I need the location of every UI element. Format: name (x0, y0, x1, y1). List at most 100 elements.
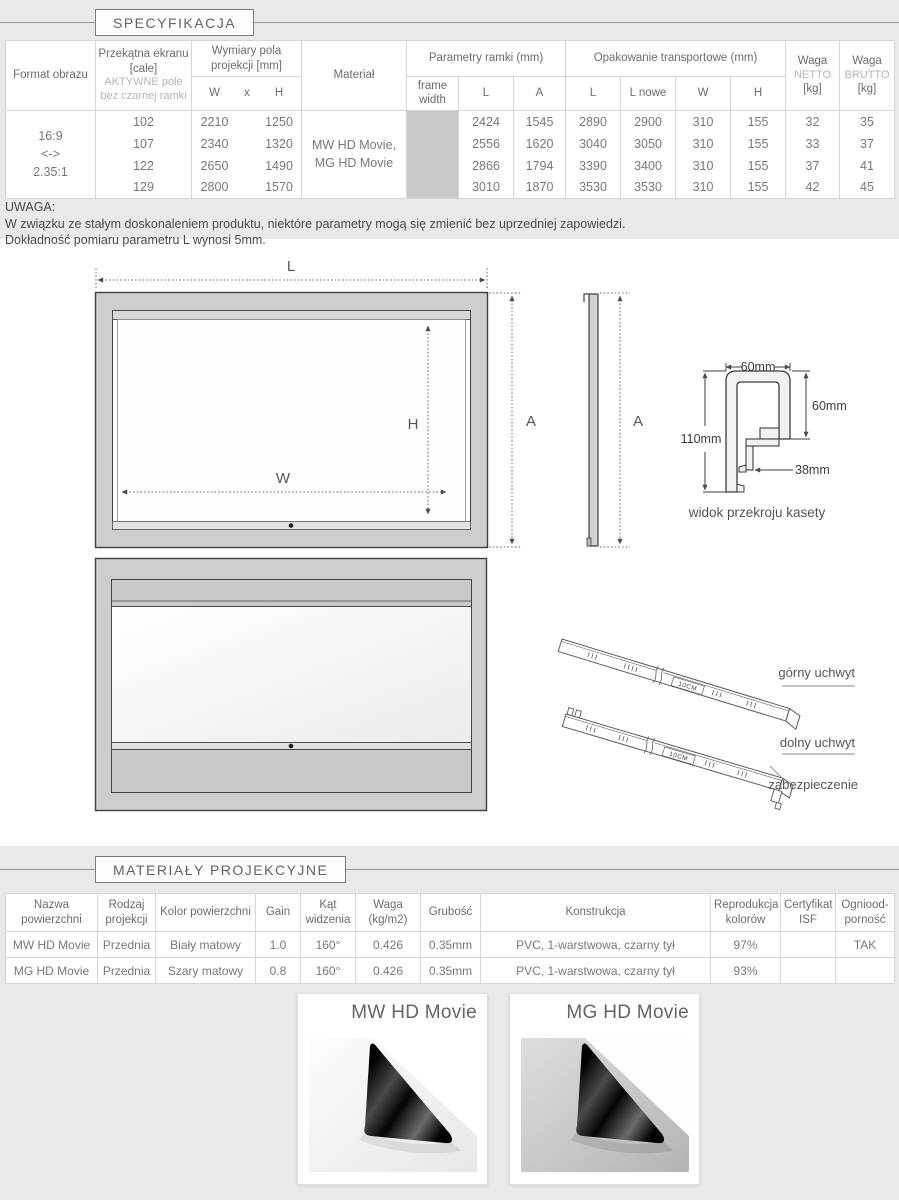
spec-table: Format obrazu Przekątna ekranu [cale] AK… (5, 40, 895, 199)
spec-cell: 1794 (514, 155, 566, 177)
spec-cell: 1570 (257, 177, 302, 199)
closed-view-diagram (96, 559, 487, 811)
kg-label: [kg] (787, 82, 838, 96)
mat-cell: 93% (711, 958, 781, 984)
sample-swatch-mw-image (309, 1032, 477, 1176)
spec-cell-spacer (237, 111, 257, 133)
spec-cell: 155 (731, 133, 786, 155)
mat-cell: Biały matowy (156, 932, 256, 958)
spec-cell-spacer (237, 155, 257, 177)
spec-cell: 310 (676, 155, 731, 177)
mat-cell: 0.35mm (421, 932, 481, 958)
spec-cell: 2890 (566, 111, 621, 133)
cross-section-diagram: 60mm 60mm 110mm 38mm widok przekroju kas… (681, 360, 847, 520)
sub-header-frame-a: A (514, 77, 566, 111)
kg-label: [kg] (841, 82, 893, 96)
upper-bracket-label: górny uchwyt (778, 665, 855, 680)
sub-header-pack-l-new: L nowe (621, 77, 676, 111)
cs-top-dim: 60mm (741, 360, 776, 374)
spec-cell: 102 (96, 111, 192, 133)
sub-header-frame-l: L (459, 77, 514, 111)
materials-section-title: MATERIAŁY PROJEKCYJNE (95, 856, 346, 883)
spec-cell: 3050 (621, 133, 676, 155)
dim-h-label: H (408, 416, 419, 433)
material-line: MG HD Movie (304, 154, 404, 172)
spec-cell: 107 (96, 133, 192, 155)
diagonal-main-label: Przekątna ekranu [cale] (97, 47, 190, 76)
mat-header: Kąt widzenia (301, 894, 356, 932)
materials-section-header: MATERIAŁY PROJEKCYJNE (0, 856, 899, 884)
materials-table: Nazwa powierzchni Rodzaj projekcji Kolor… (5, 893, 895, 984)
format-line: <-> (8, 145, 93, 163)
dim-w-label: W (276, 470, 291, 487)
mat-header: Kolor powierzchni (156, 894, 256, 932)
note-line: W związku ze stałym doskonaleniem produk… (5, 216, 625, 233)
spec-cell: 32 (786, 111, 840, 133)
col-header-weight-net: Waga NETTO [kg] (786, 41, 840, 111)
spec-cell: 41 (840, 155, 895, 177)
spec-cell: 310 (676, 177, 731, 199)
spec-cell: 1320 (257, 133, 302, 155)
sub-header-w: W (192, 77, 237, 111)
mat-header: Ogniood-porność (836, 894, 895, 932)
spec-cell: 33 (786, 133, 840, 155)
spec-cell: 155 (731, 155, 786, 177)
mat-cell: 0.426 (356, 932, 421, 958)
col-header-projection: Wymiary pola projekcji [mm] (192, 41, 302, 77)
sub-header-pack-w: W (676, 77, 731, 111)
mat-cell: 97% (711, 932, 781, 958)
mat-cell: Przednia (98, 932, 156, 958)
col-header-weight-gross: Waga BRUTTO [kg] (840, 41, 895, 111)
spec-section-header: SPECYFIKACJA (0, 9, 899, 37)
spec-cell: 122 (96, 155, 192, 177)
diagonal-sub-label: AKTYWNE pole bez czarnej ramki (97, 76, 190, 104)
spec-cell: 3530 (566, 177, 621, 199)
spec-cell: 1870 (514, 177, 566, 199)
mat-cell (836, 958, 895, 984)
mat-cell: 160° (301, 932, 356, 958)
spec-cell: 3390 (566, 155, 621, 177)
mat-cell: 0.426 (356, 958, 421, 984)
mat-cell: 160° (301, 958, 356, 984)
mat-header: Rodzaj projekcji (98, 894, 156, 932)
sample-label-mw: MW HD Movie (298, 994, 487, 1024)
spec-cell: 3010 (459, 177, 514, 199)
mat-cell: Szary matowy (156, 958, 256, 984)
spec-cell: 2800 (192, 177, 237, 199)
material-value-cell: MW HD Movie, MG HD Movie (302, 111, 407, 199)
dim-a-front-label: A (526, 413, 536, 430)
format-line: 16:9 (8, 127, 93, 145)
mat-cell: PVC, 1-warstwowa, czarny tył (481, 958, 711, 984)
spec-cell: 155 (731, 177, 786, 199)
sub-header-h: H (257, 77, 302, 111)
spec-cell: 1490 (257, 155, 302, 177)
dim-a-side-label: A (633, 413, 643, 430)
lower-bracket-diagram: 10CM (557, 707, 796, 811)
sample-card-mw: MW HD Movie (297, 993, 488, 1185)
mat-header: Konstrukcja (481, 894, 711, 932)
spec-cell: 37 (840, 133, 895, 155)
mat-header: Grubość (421, 894, 481, 932)
technical-diagrams: L H W A A (0, 240, 899, 845)
spec-cell: 310 (676, 111, 731, 133)
mat-header: Certyfikat ISF (781, 894, 836, 932)
spec-cell: 2340 (192, 133, 237, 155)
sub-header-frame-width: frame width (407, 77, 459, 111)
spec-cell: 310 (676, 133, 731, 155)
col-header-material: Materiał (302, 41, 407, 111)
mat-cell (781, 932, 836, 958)
spec-cell: 2650 (192, 155, 237, 177)
weight-label: Waga (787, 54, 838, 68)
cs-left-dim: 110mm (681, 432, 722, 446)
sub-header-pack-h: H (731, 77, 786, 111)
netto-label: NETTO (787, 69, 838, 83)
spec-cell: 2424 (459, 111, 514, 133)
frame-width-block (407, 111, 459, 199)
spec-cell: 1545 (514, 111, 566, 133)
mat-cell: 1.0 (256, 932, 301, 958)
spec-cell: 2866 (459, 155, 514, 177)
spec-cell-spacer (237, 133, 257, 155)
brutto-label: BRUTTO (841, 69, 893, 83)
cs-bottom-dim: 38mm (795, 463, 830, 477)
col-header-frame-params: Parametry ramki (mm) (407, 41, 566, 77)
